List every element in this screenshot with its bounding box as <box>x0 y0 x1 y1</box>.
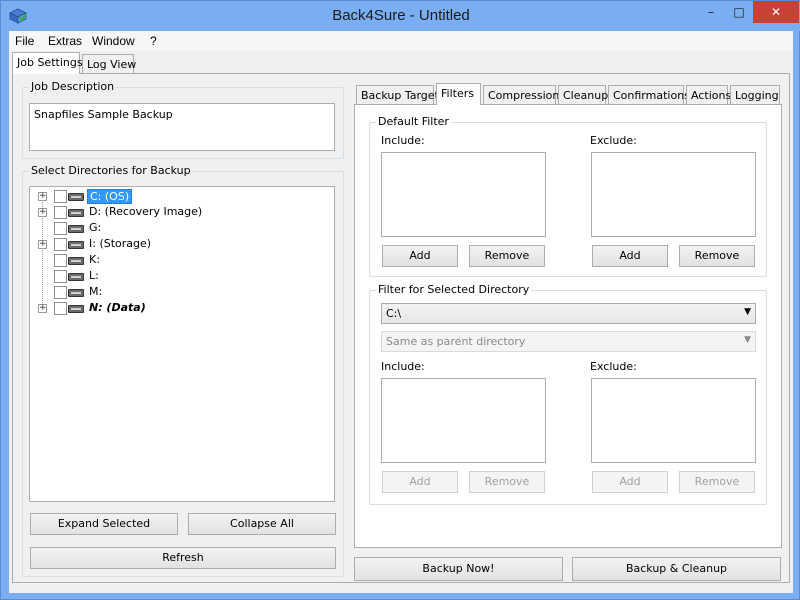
tree-item-label: D: (Recovery Image) <box>89 205 203 218</box>
backup-now-button[interactable]: Backup Now! <box>354 557 563 581</box>
filter-mode-value: Same as parent directory <box>386 335 526 348</box>
tab-actions[interactable]: Actions <box>686 85 731 105</box>
tree-item-c[interactable]: + C: (OS) <box>30 188 330 204</box>
tree-item-d[interactable]: + D: (Recovery Image) <box>30 204 330 220</box>
tree-item-label: M: <box>89 285 103 298</box>
tree-checkbox[interactable] <box>54 254 67 267</box>
directories-group: Select Directories for Backup + C: (OS) … <box>22 164 344 577</box>
dir-include-remove-button[interactable]: Remove <box>469 471 545 493</box>
default-filter-group: Default Filter Include: Exclude: Add Rem… <box>369 115 767 277</box>
default-include-remove-button[interactable]: Remove <box>469 245 545 267</box>
menu-window[interactable]: Window <box>92 34 135 48</box>
tree-checkbox[interactable] <box>54 286 67 299</box>
default-exclude-list[interactable] <box>591 152 756 237</box>
dir-include-add-button[interactable]: Add <box>382 471 458 493</box>
tree-item-label: G: <box>89 221 102 234</box>
tree-item-label: K: <box>89 253 100 266</box>
dir-exclude-label: Exclude: <box>590 360 637 373</box>
expand-icon[interactable]: + <box>38 208 47 217</box>
expand-icon[interactable]: + <box>38 304 47 313</box>
directory-tree[interactable]: + C: (OS) + D: (Recovery Image) G: + I: … <box>29 186 335 502</box>
expand-selected-button[interactable]: Expand Selected <box>30 513 178 535</box>
tree-item-label: N: (Data) <box>89 301 146 314</box>
tree-item-n[interactable]: + N: (Data) <box>30 300 330 316</box>
default-exclude-label: Exclude: <box>590 134 637 147</box>
tree-item-l[interactable]: L: <box>30 268 330 284</box>
collapse-all-button[interactable]: Collapse All <box>188 513 336 535</box>
default-include-list[interactable] <box>381 152 546 237</box>
drive-icon <box>68 273 84 281</box>
job-description-group: Job Description Snapfiles Sample Backup <box>22 80 344 159</box>
drive-icon <box>68 257 84 265</box>
tree-checkbox[interactable] <box>54 302 67 315</box>
tab-confirmations[interactable]: Confirmations <box>608 85 690 105</box>
filters-panel: Default Filter Include: Exclude: Add Rem… <box>354 104 782 548</box>
drive-icon <box>68 289 84 297</box>
app-window: Back4Sure - Untitled – □ ✕ File Extras W… <box>0 0 800 600</box>
filter-mode-select[interactable]: Same as parent directory ▼ <box>381 331 756 352</box>
expand-icon[interactable]: + <box>38 240 47 249</box>
backup-cleanup-button[interactable]: Backup & Cleanup <box>572 557 781 581</box>
drive-icon <box>68 209 84 217</box>
tab-backup-target[interactable]: Backup Target <box>356 85 439 105</box>
dir-exclude-add-button[interactable]: Add <box>592 471 668 493</box>
tree-item-i[interactable]: + I: (Storage) <box>30 236 330 252</box>
tab-compression[interactable]: Compression <box>483 85 559 105</box>
tree-checkbox[interactable] <box>54 270 67 283</box>
job-description-input[interactable]: Snapfiles Sample Backup <box>29 103 335 151</box>
directories-label: Select Directories for Backup <box>29 164 193 177</box>
tab-logging[interactable]: Logging <box>730 85 780 105</box>
close-button[interactable]: ✕ <box>753 1 799 23</box>
tree-item-label: I: (Storage) <box>89 237 152 250</box>
tab-job-settings[interactable]: Job Settings <box>12 52 83 74</box>
dir-exclude-list[interactable] <box>591 378 756 463</box>
tree-item-g[interactable]: G: <box>30 220 330 236</box>
menu-bar: File Extras Window ? <box>9 31 793 51</box>
drive-icon <box>68 193 84 201</box>
chevron-down-icon: ▼ <box>744 307 751 317</box>
tree-checkbox[interactable] <box>54 222 67 235</box>
default-exclude-add-button[interactable]: Add <box>592 245 668 267</box>
dir-include-list[interactable] <box>381 378 546 463</box>
tab-cleanup[interactable]: Cleanup <box>558 85 608 105</box>
directory-filter-group: Filter for Selected Directory C:\ ▼ Same… <box>369 283 767 505</box>
drive-icon <box>68 241 84 249</box>
tree-checkbox[interactable] <box>54 238 67 251</box>
default-include-label: Include: <box>381 134 425 147</box>
job-settings-panel: Job Description Snapfiles Sample Backup … <box>12 73 790 583</box>
job-description-label: Job Description <box>29 80 117 93</box>
tree-item-k[interactable]: K: <box>30 252 330 268</box>
tree-checkbox[interactable] <box>54 190 67 203</box>
chevron-down-icon: ▼ <box>744 335 751 345</box>
menu-file[interactable]: File <box>15 34 34 48</box>
dir-exclude-remove-button[interactable]: Remove <box>679 471 755 493</box>
dir-include-label: Include: <box>381 360 425 373</box>
window-title: Back4Sure - Untitled <box>332 7 470 24</box>
tree-item-label: L: <box>89 269 99 282</box>
minimize-button[interactable]: – <box>697 1 725 23</box>
tree-checkbox[interactable] <box>54 206 67 219</box>
default-filter-label: Default Filter <box>376 115 451 128</box>
tree-item-m[interactable]: M: <box>30 284 330 300</box>
directory-filter-label: Filter for Selected Directory <box>376 283 532 296</box>
tree-item-label: C: (OS) <box>87 189 133 204</box>
expand-icon[interactable]: + <box>38 192 47 201</box>
menu-extras[interactable]: Extras <box>48 34 82 48</box>
directory-select[interactable]: C:\ ▼ <box>381 303 756 324</box>
refresh-button[interactable]: Refresh <box>30 547 336 569</box>
drive-icon <box>68 225 84 233</box>
drive-icon <box>68 305 84 313</box>
default-exclude-remove-button[interactable]: Remove <box>679 245 755 267</box>
tab-log-view[interactable]: Log View <box>82 54 136 74</box>
client-area: File Extras Window ? Job Settings Log Vi… <box>9 31 793 593</box>
default-include-add-button[interactable]: Add <box>382 245 458 267</box>
title-bar[interactable]: Back4Sure - Untitled – □ ✕ <box>1 1 800 31</box>
tab-filters[interactable]: Filters <box>436 83 481 105</box>
maximize-button[interactable]: □ <box>725 1 753 23</box>
directory-select-value: C:\ <box>386 307 402 320</box>
menu-help[interactable]: ? <box>150 34 157 48</box>
